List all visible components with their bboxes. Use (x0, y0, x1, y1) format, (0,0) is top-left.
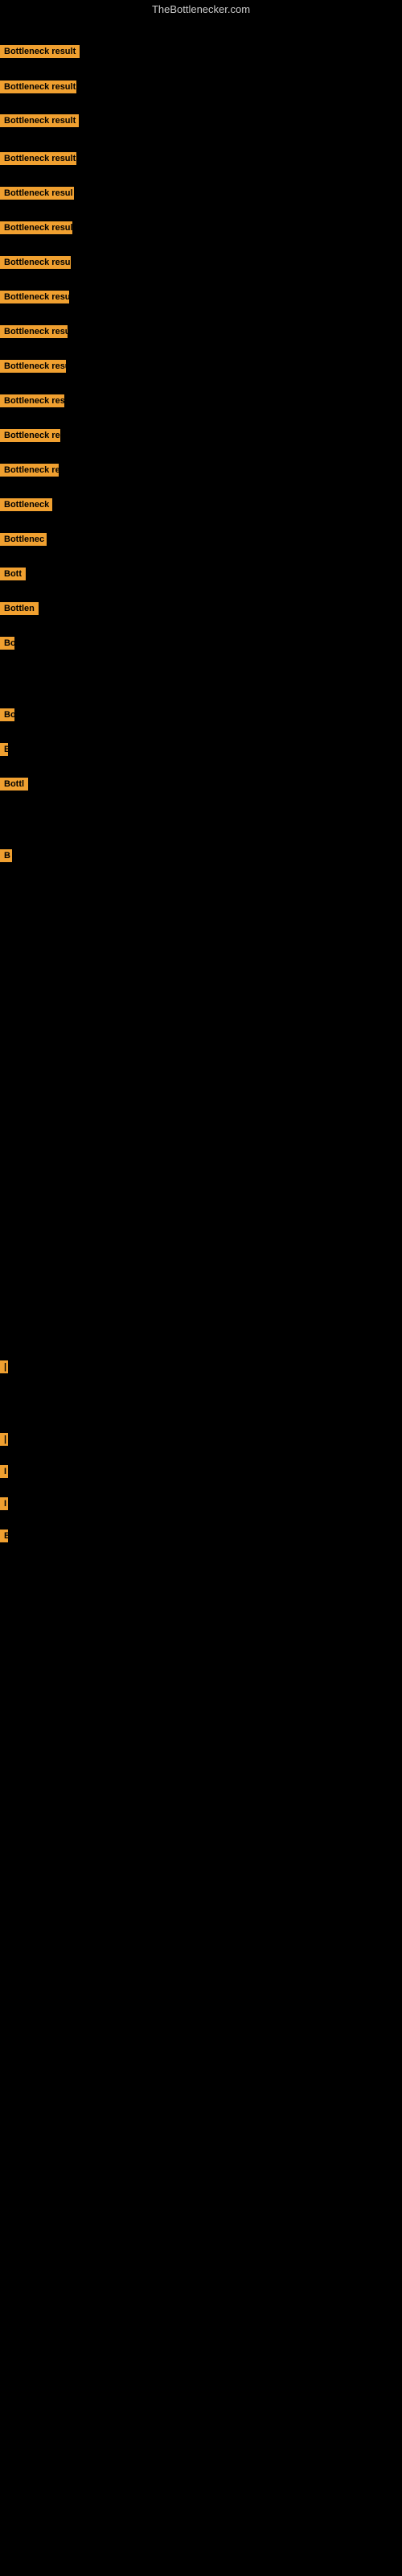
bottleneck-badge: | (0, 1433, 8, 1446)
bottleneck-badge: B (0, 743, 8, 756)
bottleneck-badge: Bottleneck result (0, 256, 71, 269)
bottleneck-badge: Bottleneck result (0, 80, 76, 93)
bottleneck-badge: B (0, 1530, 8, 1542)
bottleneck-badge: Bottleneck re (0, 464, 59, 477)
bottleneck-badge: Bottleneck re (0, 429, 60, 442)
bottleneck-badge: Bottleneck result (0, 114, 79, 127)
bottleneck-badge: Bott (0, 568, 26, 580)
site-title: TheBottlenecker.com (0, 0, 402, 19)
bottleneck-badge: I (0, 1465, 8, 1478)
bottleneck-badge: Bottlenec (0, 533, 47, 546)
bottleneck-badge: Bottleneck result (0, 152, 76, 165)
bottleneck-badge: Bottleneck r (0, 498, 52, 511)
bottleneck-badge: Bottl (0, 778, 28, 791)
bottleneck-badge: Bottleneck resu (0, 325, 68, 338)
bottleneck-badge: Bottlen (0, 602, 39, 615)
bottleneck-badge: Bo (0, 637, 14, 650)
bottleneck-badge: Bottleneck resu (0, 360, 66, 373)
bottleneck-badge: Bottleneck resul (0, 187, 74, 200)
bottleneck-badge: Bottleneck resul (0, 221, 72, 234)
bottleneck-badge: | (0, 1360, 8, 1373)
bottleneck-badge: Bottleneck result (0, 45, 80, 58)
bottleneck-badge: Bo (0, 708, 14, 721)
bottleneck-badge: Bottleneck resu (0, 291, 69, 303)
bottleneck-badge: I (0, 1497, 8, 1510)
bottleneck-badge: B (0, 849, 12, 862)
bottleneck-badge: Bottleneck res (0, 394, 64, 407)
